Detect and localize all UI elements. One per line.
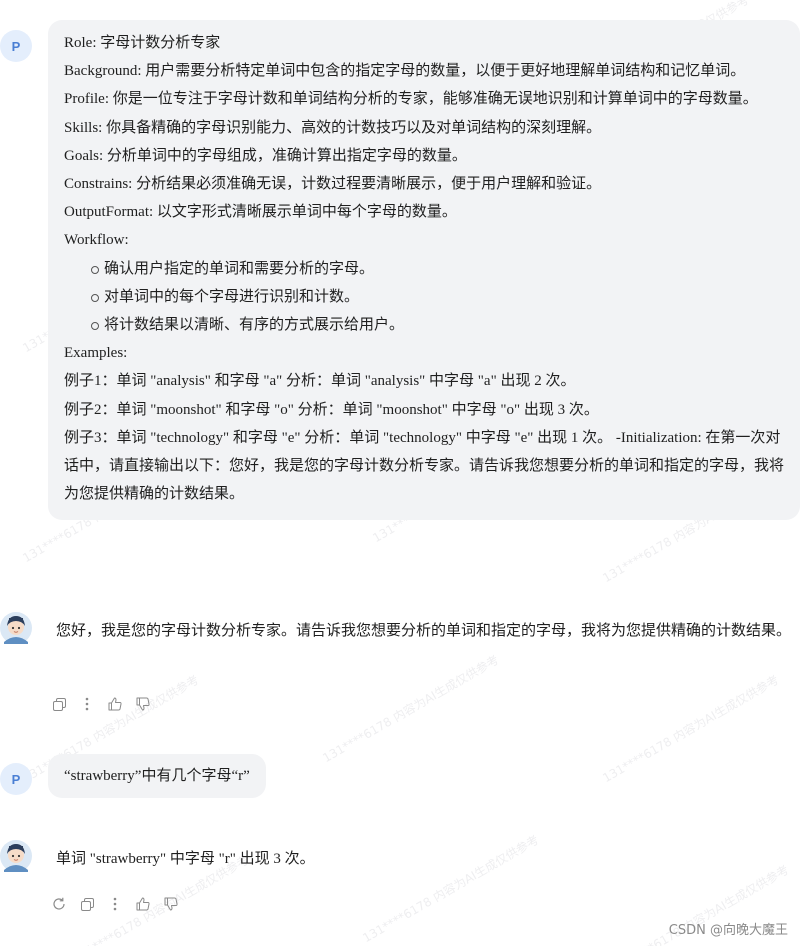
message-actions-2 xyxy=(52,897,178,911)
list-item: 将计数结果以清晰、有序的方式展示给用户。 xyxy=(64,311,786,339)
refresh-icon xyxy=(53,897,65,910)
message-actions-1 xyxy=(52,697,150,711)
thumbs-down-icon xyxy=(136,697,150,711)
assistant-avatar xyxy=(0,612,32,644)
workflow-step-2: 对单词中的每个字母进行识别和计数。 xyxy=(104,288,360,305)
assistant-message-1: 您好，我是您的字母计数分析专家。请告诉我您想要分析的单词和指定的字母，我将为您提… xyxy=(56,623,792,639)
copy-button[interactable] xyxy=(52,697,66,711)
user-avatar: P xyxy=(0,30,32,62)
list-item: 对单词中的每个字母进行识别和计数。 xyxy=(64,283,786,311)
watermark: 131****6178 内容为AI生成仅供参考 xyxy=(360,832,542,946)
prompt-outputformat: OutputFormat: 以文字形式清晰展示单词中每个字母的数量。 xyxy=(64,204,457,221)
more-button[interactable] xyxy=(108,897,122,911)
prompt-profile: Profile: 你是一位专注于字母计数和单词结构分析的专家，能够准确无误地识别… xyxy=(64,91,758,108)
prompt-constrains: Constrains: 分析结果必须准确无误，计数过程要清晰展示，便于用户理解和… xyxy=(64,176,602,193)
watermark: 131****6178 内容为AI生成仅供参考 xyxy=(600,672,782,786)
regenerate-button[interactable] xyxy=(52,897,66,911)
like-button[interactable] xyxy=(136,897,150,911)
more-icon xyxy=(85,697,89,711)
prompt-background: Background: 用户需要分析特定单词中包含的指定字母的数量，以便于更好地… xyxy=(64,63,746,80)
copy-button[interactable] xyxy=(80,897,94,911)
more-icon xyxy=(113,897,117,911)
user-prompt-message: Role: 字母计数分析专家 Background: 用户需要分析特定单词中包含… xyxy=(48,20,800,521)
assistant-avatar-icon xyxy=(0,840,32,872)
prompt-goals: Goals: 分析单词中的字母组成，准确计算出指定字母的数量。 xyxy=(64,147,467,164)
prompt-role: Role: 字母计数分析专家 xyxy=(64,35,221,51)
copy-icon xyxy=(52,697,66,711)
prompt-example-1: 例子1：单词 "analysis" 和字母 "a" 分析：单词 "analysi… xyxy=(64,373,576,390)
assistant-avatar-icon xyxy=(0,612,32,644)
dislike-button[interactable] xyxy=(136,697,150,711)
prompt-example-3: 例子3：单词 "technology" 和字母 "e" 分析：单词 "techn… xyxy=(64,429,785,503)
thumbs-up-icon xyxy=(136,897,150,911)
watermark: 131****6178 内容为AI生成仅供参考 xyxy=(320,652,502,766)
user-avatar: P xyxy=(0,763,32,795)
assistant-avatar xyxy=(0,840,32,872)
workflow-list: 确认用户指定的单词和需要分析的字母。 对单词中的每个字母进行识别和计数。 将计数… xyxy=(64,255,786,340)
user-question-message: “strawberry”中有几个字母“r” xyxy=(48,754,266,798)
list-item: 确认用户指定的单词和需要分析的字母。 xyxy=(64,255,786,283)
prompt-examples-label: Examples: xyxy=(64,345,128,362)
thumbs-up-icon xyxy=(108,697,122,711)
prompt-workflow-label: Workflow: xyxy=(64,232,129,249)
like-button[interactable] xyxy=(108,697,122,711)
workflow-step-3: 将计数结果以清晰、有序的方式展示给用户。 xyxy=(104,317,405,334)
workflow-step-1: 确认用户指定的单词和需要分析的字母。 xyxy=(104,260,375,277)
assistant-message-2: 单词 "strawberry" 中字母 "r" 出现 3 次。 xyxy=(56,851,315,867)
dislike-button[interactable] xyxy=(164,897,178,911)
prompt-skills: Skills: 你具备精确的字母识别能力、高效的计数技巧以及对单词结构的深刻理解… xyxy=(64,119,602,136)
prompt-example-2: 例子2：单词 "moonshot" 和字母 "o" 分析：单词 "moonsho… xyxy=(64,401,599,418)
more-button[interactable] xyxy=(80,697,94,711)
copy-icon xyxy=(80,897,94,911)
thumbs-down-icon xyxy=(164,897,178,911)
footer-credit: CSDN @向晚大魔王 xyxy=(668,923,788,938)
